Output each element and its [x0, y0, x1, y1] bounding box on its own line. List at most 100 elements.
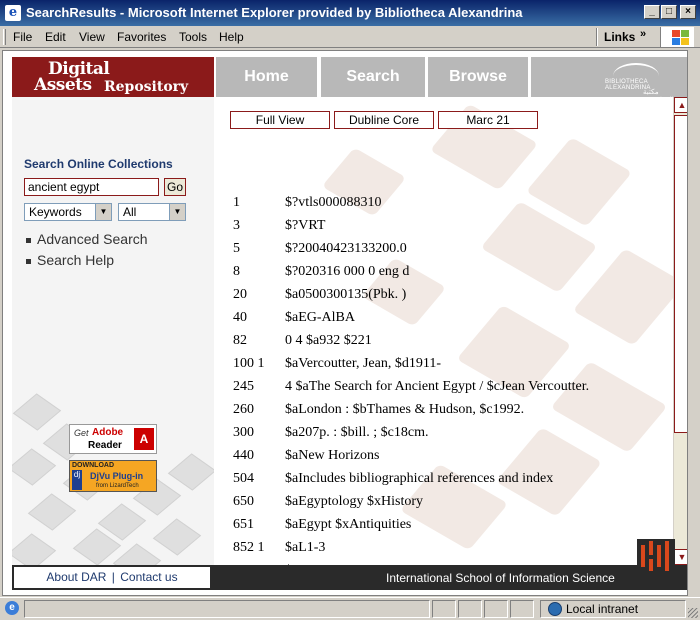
status-bar: e Local intranet: [0, 597, 700, 620]
record-tag: 40: [233, 310, 247, 325]
tab-dublin-core[interactable]: Dubline Core: [334, 111, 434, 129]
badge-download-text: DOWNLOAD: [72, 462, 114, 469]
status-pane-1: [432, 600, 456, 618]
record-value: $?VRT: [285, 218, 326, 233]
record-value: $?20040423133200.0: [285, 241, 407, 256]
record-value: $aNew Horizons: [285, 448, 380, 463]
menu-file[interactable]: File: [13, 30, 32, 44]
record-value: $aEG-AlBA: [285, 310, 355, 325]
record-value: 4 $aThe Search for Ancient Egypt / $cJea…: [285, 379, 590, 394]
ie-icon: e: [5, 5, 21, 21]
badge-djvu-text: DjVu Plug-in: [90, 471, 144, 481]
record-tag: 440: [233, 448, 254, 463]
scroll-down-button[interactable]: ▼: [674, 549, 687, 565]
collection-select[interactable]: All ▼: [118, 203, 186, 221]
record-value: $aLondon : $bThames & Hudson, $c1992.: [285, 402, 525, 417]
record-value: $aEgyptology $xHistory: [285, 494, 424, 509]
record-tag: 300: [233, 425, 254, 440]
about-dar-link[interactable]: About DAR: [46, 570, 106, 584]
badge-from-text: from LizardTech: [96, 483, 139, 489]
dropdown-arrow-icon[interactable]: ▼: [169, 204, 185, 220]
record-tag: 651: [233, 517, 254, 532]
contact-us-link[interactable]: Contact us: [120, 570, 177, 584]
record-value: $aL1-3: [285, 540, 326, 555]
menu-favorites[interactable]: Favorites: [117, 30, 166, 44]
search-help-link[interactable]: Search Help: [26, 252, 114, 268]
record-panel: Full View Dubline Core Marc 21 1 $?vtls00…: [214, 97, 673, 565]
status-pane-3: [484, 600, 508, 618]
record-value: $aEgypt $xAntiquities: [285, 517, 412, 532]
djvu-plugin-badge[interactable]: DOWNLOAD dj DjVu Plug-in from LizardTech: [69, 460, 157, 492]
record-tag: 504: [233, 471, 254, 486]
record-tag: 3: [233, 218, 240, 233]
menu-tools[interactable]: Tools: [179, 30, 207, 44]
local-intranet-icon: [548, 602, 562, 616]
menu-bar: File Edit View Favorites Tools Help Link…: [0, 26, 700, 48]
scroll-thumb[interactable]: [674, 115, 687, 433]
isis-logo-icon: [637, 539, 675, 575]
page-status-icon: e: [5, 601, 19, 615]
search-input[interactable]: [24, 178, 159, 196]
record-tag: 20: [233, 287, 247, 302]
tab-full-view[interactable]: Full View: [230, 111, 330, 129]
menu-edit[interactable]: Edit: [45, 30, 66, 44]
footer-separator: |: [111, 570, 115, 584]
status-pane-2: [458, 600, 482, 618]
decorative-background: [214, 97, 673, 565]
record-value: 0 4 $a932 $221: [285, 333, 372, 348]
record-tag: 650: [233, 494, 254, 509]
vertical-scrollbar[interactable]: ▲ ▼: [673, 97, 687, 565]
maximize-button[interactable]: □: [661, 5, 677, 19]
nav-home[interactable]: Home: [216, 57, 317, 97]
links-toolbar[interactable]: Links: [604, 30, 635, 44]
sidebar: Search Online Collections Go Keywords ▼ …: [12, 97, 214, 565]
bullet-icon: [26, 258, 31, 264]
bullet-icon: [26, 237, 31, 243]
links-chevron-icon[interactable]: »: [640, 28, 646, 40]
toolbar-grip[interactable]: [3, 29, 6, 45]
record-value: $?020316 000 0 eng d: [285, 264, 410, 279]
tab-marc-21[interactable]: Marc 21: [438, 111, 538, 129]
search-heading: Search Online Collections: [24, 157, 173, 171]
record-value: $aVercoutter, Jean, $d1911-: [285, 356, 441, 371]
windows-logo-icon: [660, 27, 694, 47]
badge-adobe-text: Adobe: [92, 427, 124, 438]
record-value: $a207p. : $bill. ; $c18cm.: [285, 425, 429, 440]
search-field-select[interactable]: Keywords ▼: [24, 203, 112, 221]
record-tag: 100 1: [233, 356, 265, 371]
minimize-button[interactable]: _: [644, 5, 660, 19]
go-button[interactable]: Go: [164, 178, 186, 196]
menu-separator: [596, 28, 598, 46]
dar-logo[interactable]: Digital Assets Repository: [12, 57, 214, 97]
zone-label: Local intranet: [566, 602, 639, 616]
advanced-search-link[interactable]: Advanced Search: [26, 231, 148, 247]
bibliotheca-alexandrina-logo: BIBLIOTHECA ALEXANDRINA مكتبة الإسكندرية: [531, 57, 687, 104]
footer-links: About DAR | Contact us: [14, 567, 210, 588]
record-tag: 245: [233, 379, 254, 394]
close-button[interactable]: ×: [680, 5, 696, 19]
record-tag: 8: [233, 264, 240, 279]
record-value: $aIncludes bibliographical references an…: [285, 471, 554, 486]
title-bar: e SearchResults - Microsoft Internet Exp…: [0, 0, 700, 26]
status-pane-4: [510, 600, 534, 618]
resize-grip[interactable]: [688, 608, 698, 618]
menu-help[interactable]: Help: [219, 30, 244, 44]
nav-search[interactable]: Search: [321, 57, 425, 97]
badge-get-text: Get: [74, 428, 89, 438]
record-tag: 82: [233, 333, 247, 348]
scroll-up-button[interactable]: ▲: [674, 97, 687, 113]
collection-value: All: [123, 205, 137, 219]
get-adobe-reader-badge[interactable]: Get Adobe Reader A: [69, 424, 157, 454]
advanced-search-label: Advanced Search: [37, 231, 148, 247]
menu-view[interactable]: View: [79, 30, 105, 44]
status-pane-main: [24, 600, 430, 618]
dropdown-arrow-icon[interactable]: ▼: [95, 204, 111, 220]
badge-reader-text: Reader: [88, 440, 122, 451]
record-value: $?vtls000088310: [285, 195, 382, 210]
record-tag: 1: [233, 195, 240, 210]
search-field-value: Keywords: [29, 205, 82, 219]
window-title: SearchResults - Microsoft Internet Explo…: [26, 5, 523, 20]
school-name: International School of Information Scie…: [386, 571, 615, 585]
record-tag: 852 1: [233, 540, 265, 555]
nav-browse[interactable]: Browse: [428, 57, 528, 97]
